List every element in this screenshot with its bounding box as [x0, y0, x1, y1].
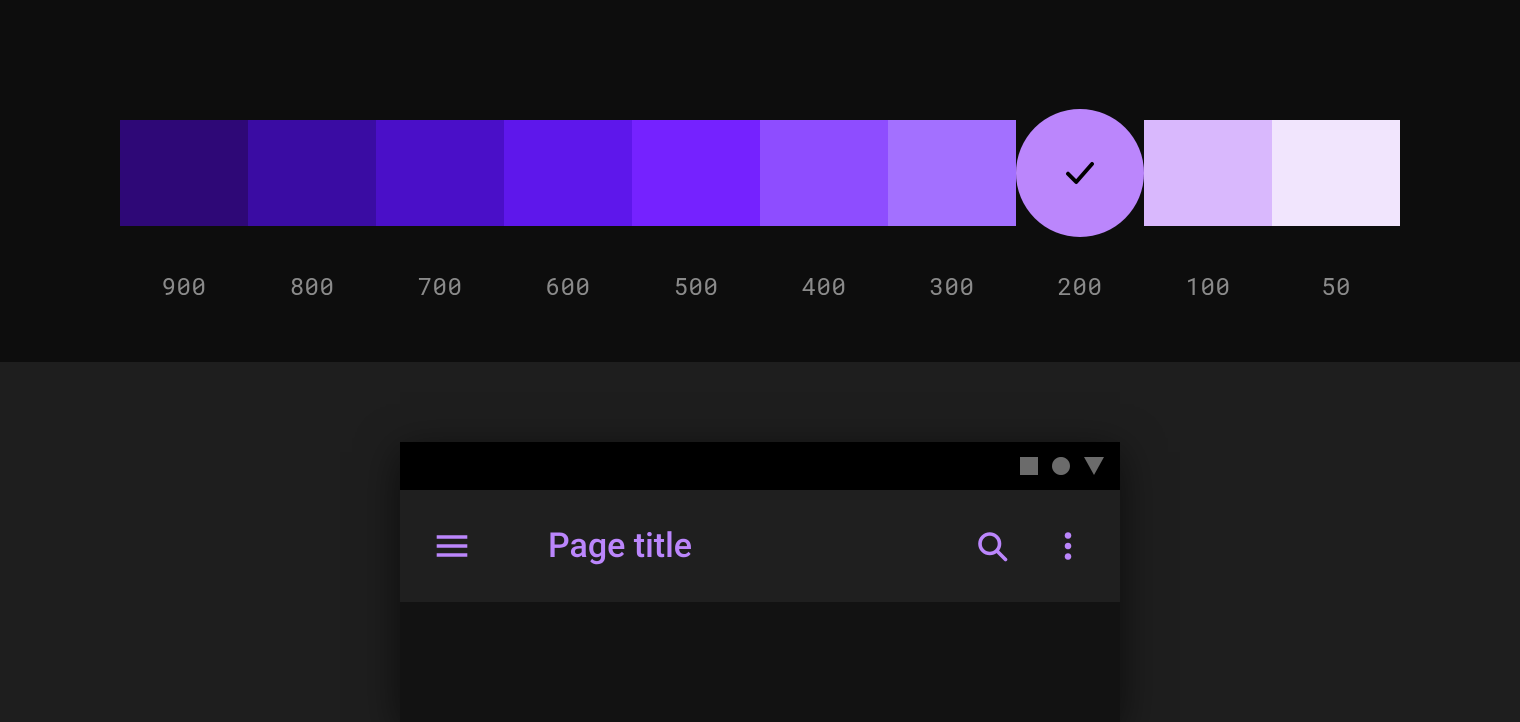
swatch-color-400[interactable]: [760, 120, 888, 226]
swatch-label-700: 700: [418, 270, 463, 302]
swatch-color-700[interactable]: [376, 120, 504, 226]
app-bar: Page title: [400, 490, 1120, 602]
swatch-500[interactable]: 500: [632, 120, 760, 302]
swatch-900[interactable]: 900: [120, 120, 248, 302]
swatch-50[interactable]: 50: [1272, 120, 1400, 302]
swatch-label-50: 50: [1321, 270, 1351, 302]
status-triangle-down-icon: [1084, 457, 1104, 475]
swatch-label-500: 500: [674, 270, 719, 302]
more-vert-icon[interactable]: [1044, 522, 1092, 570]
swatch-color-800[interactable]: [248, 120, 376, 226]
swatch-color-50[interactable]: [1272, 120, 1400, 226]
device-frame: Page title: [400, 442, 1120, 722]
tonal-palette: 900 800 700 600 500 400 300 200 100 50: [120, 120, 1400, 302]
swatch-color-200[interactable]: [1016, 109, 1144, 237]
page-title: Page title: [548, 526, 940, 566]
tonal-palette-section: 900 800 700 600 500 400 300 200 100 50: [0, 0, 1520, 362]
device-body: [400, 602, 1120, 722]
swatch-color-100[interactable]: [1144, 120, 1272, 226]
swatch-600[interactable]: 600: [504, 120, 632, 302]
swatch-label-800: 800: [290, 270, 335, 302]
swatch-100[interactable]: 100: [1144, 120, 1272, 302]
swatch-color-600[interactable]: [504, 120, 632, 226]
swatch-800[interactable]: 800: [248, 120, 376, 302]
swatch-200[interactable]: 200: [1016, 120, 1144, 302]
status-square-icon: [1020, 457, 1038, 475]
swatch-label-200: 200: [1058, 270, 1103, 302]
swatch-color-300[interactable]: [888, 120, 1016, 226]
status-circle-icon: [1052, 457, 1070, 475]
swatch-label-100: 100: [1186, 270, 1231, 302]
swatch-300[interactable]: 300: [888, 120, 1016, 302]
preview-section: Page title: [0, 362, 1520, 722]
menu-icon[interactable]: [428, 522, 476, 570]
swatch-700[interactable]: 700: [376, 120, 504, 302]
swatch-label-400: 400: [802, 270, 847, 302]
status-bar: [400, 442, 1120, 490]
swatch-label-600: 600: [546, 270, 591, 302]
check-icon: [1062, 155, 1098, 191]
swatch-color-500[interactable]: [632, 120, 760, 226]
swatch-label-300: 300: [930, 270, 975, 302]
search-icon[interactable]: [968, 522, 1016, 570]
swatch-color-900[interactable]: [120, 120, 248, 226]
swatch-400[interactable]: 400: [760, 120, 888, 302]
swatch-label-900: 900: [162, 270, 207, 302]
